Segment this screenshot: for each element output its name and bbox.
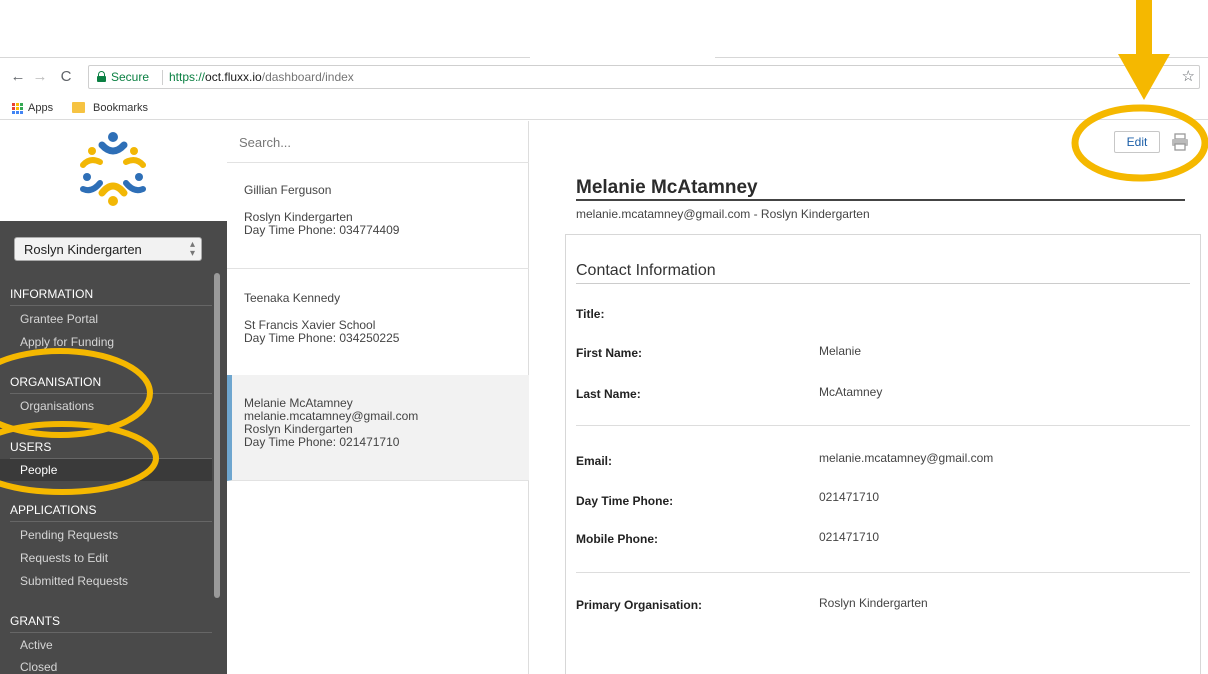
field-label-first-name: First Name: bbox=[576, 346, 643, 360]
section-applications: APPLICATIONS bbox=[10, 503, 212, 522]
section-grants: GRANTS bbox=[10, 614, 212, 633]
nav-requests-to-edit[interactable]: Requests to Edit bbox=[0, 547, 212, 569]
field-label-primary-org: Primary Organisation: bbox=[576, 598, 703, 612]
field-label-email: Email: bbox=[576, 454, 613, 468]
contact-card: Contact Information Title: First Name: M… bbox=[565, 234, 1201, 674]
person-name: Gillian Ferguson bbox=[244, 183, 332, 197]
divider bbox=[576, 425, 1190, 426]
bookmark-star-icon[interactable]: ☆ bbox=[1182, 67, 1195, 85]
nav-pending-requests[interactable]: Pending Requests bbox=[0, 524, 212, 546]
reload-icon[interactable]: C bbox=[56, 66, 76, 88]
nav-submitted-requests[interactable]: Submitted Requests bbox=[0, 570, 212, 592]
field-value-first-name: Melanie bbox=[819, 344, 862, 358]
person-title: Melanie McAtamney bbox=[576, 177, 758, 198]
field-label-mobile-phone: Mobile Phone: bbox=[576, 532, 658, 546]
people-list: Search... Gillian Ferguson Roslyn Kinder… bbox=[227, 121, 529, 674]
section-organisation: ORGANISATION bbox=[10, 375, 212, 394]
field-value-email: melanie.mcatamney@gmail.com bbox=[819, 451, 994, 465]
apps-grid-icon[interactable] bbox=[12, 103, 23, 114]
sidebar: Roslyn Kindergarten ▴ ▾ INFORMATION Grant… bbox=[0, 121, 227, 674]
field-value-mobile-phone: 021471710 bbox=[819, 530, 880, 544]
tab-divider bbox=[715, 57, 1208, 58]
field-value-day-phone: 021471710 bbox=[819, 490, 880, 504]
person-name: Teenaka Kennedy bbox=[244, 291, 341, 305]
organisation-select[interactable]: Roslyn Kindergarten ▴ ▾ bbox=[14, 237, 202, 261]
logo-area bbox=[0, 121, 227, 221]
person-phone: Day Time Phone: 021471710 bbox=[244, 435, 400, 449]
select-arrows-icon: ▴ ▾ bbox=[189, 239, 195, 259]
bookmark-bookmarks[interactable]: Bookmarks bbox=[93, 102, 148, 114]
contact-section-title: Contact Information bbox=[576, 262, 1190, 284]
bookmarks-bar: Apps Bookmarks bbox=[0, 98, 1208, 120]
search-input[interactable]: Search... bbox=[227, 121, 529, 163]
person-phone: Day Time Phone: 034774409 bbox=[244, 223, 400, 237]
folder-icon bbox=[72, 102, 85, 113]
list-item[interactable]: Gillian Ferguson Roslyn Kindergarten Day… bbox=[227, 163, 529, 269]
screenshot: ← → C Secure https://oct.fluxx.io/dashbo… bbox=[0, 0, 1208, 674]
nav-active[interactable]: Active bbox=[0, 634, 212, 656]
field-value-last-name: McAtamney bbox=[819, 385, 883, 399]
url-separator bbox=[162, 70, 163, 85]
field-label-title: Title: bbox=[576, 307, 605, 321]
field-label-day-phone: Day Time Phone: bbox=[576, 494, 674, 508]
person-phone: Day Time Phone: 034250225 bbox=[244, 331, 400, 345]
section-users: USERS bbox=[10, 440, 212, 459]
edit-button[interactable]: Edit bbox=[1114, 131, 1160, 153]
list-item-selected[interactable]: Melanie McAtamney melanie.mcatamney@gmai… bbox=[227, 375, 529, 481]
person-subtitle: melanie.mcatamney@gmail.com - Roslyn Kin… bbox=[576, 207, 870, 221]
title-rule bbox=[576, 199, 1185, 201]
logo-icon bbox=[80, 132, 146, 206]
forward-icon[interactable]: → bbox=[30, 66, 50, 88]
field-label-last-name: Last Name: bbox=[576, 387, 641, 401]
nav-people[interactable]: People bbox=[0, 459, 212, 481]
nav-organisations[interactable]: Organisations bbox=[0, 395, 212, 417]
divider bbox=[576, 572, 1190, 573]
nav-apply-for-funding[interactable]: Apply for Funding bbox=[0, 331, 212, 353]
field-value-primary-org: Roslyn Kindergarten bbox=[819, 596, 928, 610]
tab-strip bbox=[0, 0, 1208, 58]
bookmark-apps[interactable]: Apps bbox=[28, 102, 53, 114]
back-icon[interactable]: ← bbox=[8, 66, 28, 88]
list-item[interactable]: Teenaka Kennedy St Francis Xavier School… bbox=[227, 269, 529, 376]
url-text: https://oct.fluxx.io/dashboard/index bbox=[169, 70, 354, 84]
nav-grantee-portal[interactable]: Grantee Portal bbox=[0, 308, 212, 330]
nav-closed[interactable]: Closed bbox=[0, 656, 212, 674]
url-bar[interactable]: Secure https://oct.fluxx.io/dashboard/in… bbox=[88, 65, 1200, 89]
detail-pane: Edit Melanie McAtamney melanie.mcatamney… bbox=[530, 121, 1208, 674]
address-bar-row: ← → C Secure https://oct.fluxx.io/dashbo… bbox=[0, 62, 1208, 92]
print-icon[interactable] bbox=[1171, 133, 1189, 151]
secure-label: Secure bbox=[111, 70, 150, 84]
organisation-select-value: Roslyn Kindergarten bbox=[24, 242, 142, 257]
sidebar-scrollbar[interactable] bbox=[214, 273, 220, 598]
tab-divider bbox=[0, 57, 530, 58]
section-information: INFORMATION bbox=[10, 287, 212, 306]
lock-icon bbox=[97, 71, 106, 82]
